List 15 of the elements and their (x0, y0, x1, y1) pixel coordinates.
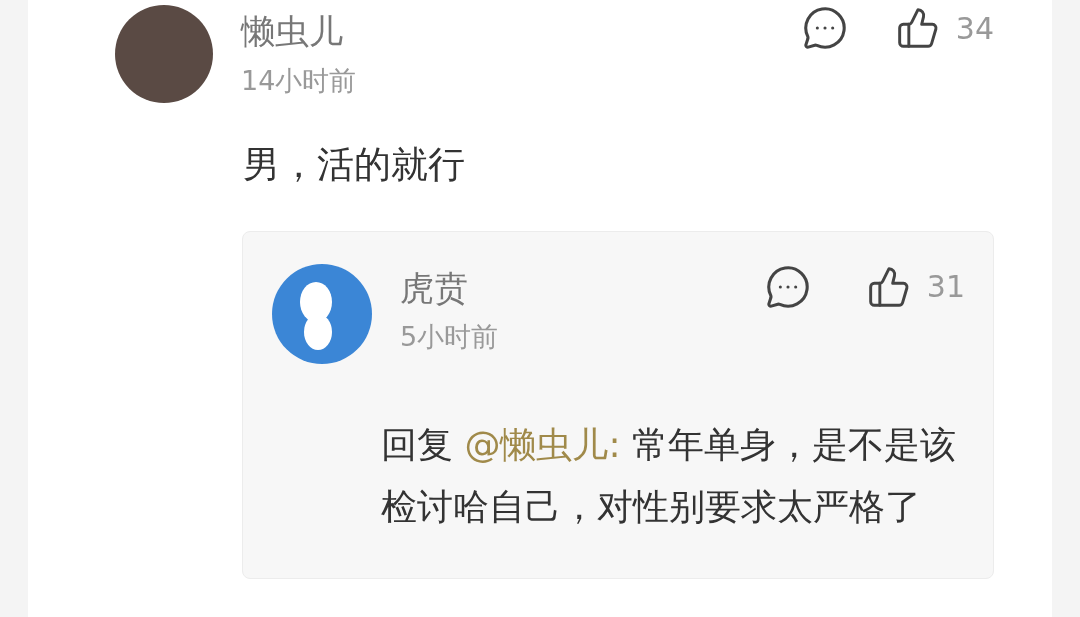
thumbs-up-icon (866, 264, 911, 309)
reply-button[interactable] (801, 5, 848, 51)
timestamp: 14小时前 (241, 64, 357, 98)
timestamp: 5小时前 (400, 319, 499, 354)
like-button[interactable]: 34 (895, 5, 994, 51)
comment-icon (801, 5, 848, 51)
comment-text: 男，活的就行 (243, 142, 466, 188)
reply-text: 回复 @懒虫儿: 常年单身，是不是该检讨哈自己，对性别要求太严格了 (381, 422, 958, 529)
comment-icon (764, 263, 811, 310)
thumbs-up-icon (895, 6, 940, 50)
reply-button[interactable] (764, 263, 811, 310)
author-name[interactable]: 虎贲 (400, 263, 499, 312)
author-name[interactable]: 懒虫儿 (241, 7, 357, 55)
mention-link[interactable]: @懒虫儿: (464, 423, 621, 465)
like-button[interactable]: 31 (866, 264, 965, 309)
